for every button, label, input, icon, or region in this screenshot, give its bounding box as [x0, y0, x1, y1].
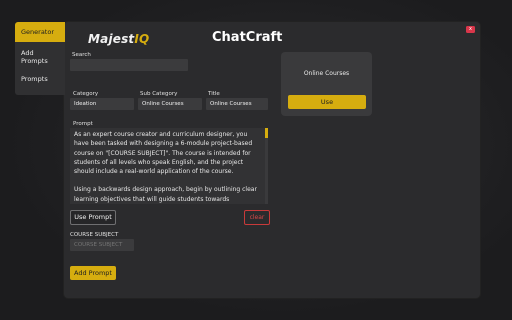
prompt-scrollbar-thumb[interactable]: [265, 128, 268, 138]
title-label: Title: [208, 91, 220, 97]
sidebar-item-add-prompts[interactable]: Add Prompts: [15, 49, 63, 65]
sidebar: Generator Add Prompts Prompts: [15, 22, 65, 95]
close-button[interactable]: x: [466, 26, 475, 33]
app-title: ChatCraft: [212, 30, 283, 45]
course-subject-input[interactable]: [70, 239, 134, 251]
course-subject-label: COURSE SUBJECT: [70, 232, 119, 238]
category-field[interactable]: Ideation: [70, 98, 134, 110]
subcategory-field[interactable]: Online Courses: [138, 98, 202, 110]
prompt-card: Online Courses Use: [281, 52, 372, 116]
sidebar-item-generator[interactable]: Generator: [15, 22, 65, 42]
prompt-scrollbar[interactable]: [265, 128, 268, 204]
search-label: Search: [72, 52, 91, 58]
logo-accent-text: IQ: [134, 32, 150, 46]
subcategory-label: Sub Category: [140, 91, 178, 97]
prompt-paragraph: As an expert course creator and curricul…: [74, 131, 253, 176]
card-title: Online Courses: [303, 70, 350, 77]
add-prompt-button[interactable]: Add Prompt: [70, 266, 116, 280]
logo-main-text: Majest: [88, 32, 135, 46]
clear-button[interactable]: clear: [244, 210, 270, 225]
prompt-textarea[interactable]: As an expert course creator and curricul…: [70, 128, 268, 204]
card-use-button[interactable]: Use: [288, 95, 366, 109]
close-icon: x: [469, 26, 472, 32]
use-prompt-button[interactable]: Use Prompt: [70, 210, 116, 225]
search-input[interactable]: [70, 59, 188, 71]
sidebar-item-prompts[interactable]: Prompts: [15, 75, 65, 83]
category-label: Category: [73, 91, 99, 97]
majestiq-logo: MajestIQ: [88, 32, 149, 46]
prompt-label: Prompt: [73, 121, 93, 127]
title-field[interactable]: Online Courses: [206, 98, 268, 110]
prompt-paragraph: Using a backwards design approach, begin…: [74, 186, 257, 203]
